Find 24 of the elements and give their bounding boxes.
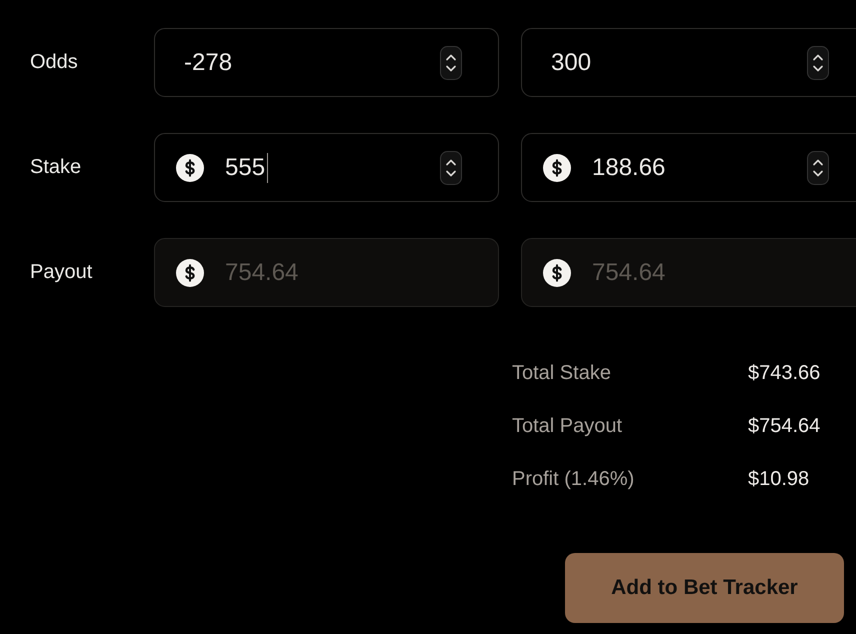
stepper-arrows-icon[interactable]: [807, 150, 829, 184]
row-label: Stake: [30, 156, 82, 179]
stake-field[interactable]: 188.66: [521, 133, 856, 202]
payout-field: 754.64: [521, 238, 856, 307]
stake-field[interactable]: 555: [154, 133, 499, 202]
summary-value: $743.66: [748, 361, 820, 386]
dollar-coin-icon: [543, 258, 571, 286]
row-label: Payout: [30, 261, 92, 284]
stepper-arrows-icon[interactable]: [440, 46, 462, 80]
row-label: Odds: [30, 51, 78, 74]
summary-value: $754.64: [748, 414, 820, 439]
add-to-tracker-button[interactable]: Add to Bet Tracker: [565, 553, 844, 623]
summary-label: Profit (1.46%): [512, 467, 634, 492]
summary-value: $10.98: [748, 467, 810, 492]
payout-field: 754.64: [154, 238, 499, 307]
dollar-coin-icon: [543, 154, 571, 182]
dollar-coin-icon: [176, 258, 204, 286]
summary-label: Total Payout: [512, 414, 622, 439]
stepper-arrows-icon[interactable]: [440, 150, 462, 184]
stepper-arrows-icon[interactable]: [807, 46, 829, 80]
dollar-coin-icon: [176, 154, 204, 182]
odds-field[interactable]: -278: [154, 28, 499, 97]
odds-field[interactable]: 300: [521, 28, 856, 97]
summary-label: Total Stake: [512, 361, 611, 386]
